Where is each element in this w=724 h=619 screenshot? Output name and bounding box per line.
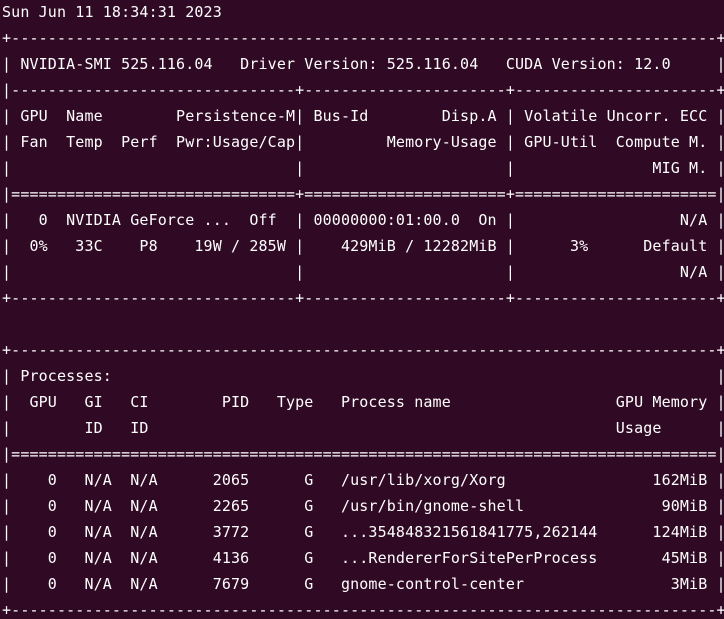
terminal-line-top-border: +---------------------------------------… xyxy=(2,29,724,47)
terminal-line-processes-title: | Processes: | xyxy=(2,367,724,385)
terminal-output: Sun Jun 11 18:34:31 2023 +--------------… xyxy=(0,0,724,619)
terminal-line-gpu-bottom-border: +-------------------------------+-------… xyxy=(2,289,724,307)
terminal-line-gpu-row-1: | 0 NVIDIA GeForce ... Off | 00000000:01… xyxy=(2,211,724,229)
terminal-line-gpu-header-3: | | | MIG M. | xyxy=(2,159,724,177)
terminal-line-gpu-row-3: | | | N/A | xyxy=(2,263,724,281)
terminal-line-gpu-header-1: | GPU Name Persistence-M| Bus-Id Disp.A … xyxy=(2,107,724,125)
terminal-line-processes-header-1: | GPU GI CI PID Type Process name GPU Me… xyxy=(2,393,724,411)
process-row: | 0 N/A N/A 3772 G ...354848321561841775… xyxy=(2,523,724,541)
terminal-line-gpu-double-separator: |===============================+=======… xyxy=(2,185,724,203)
terminal-line-processes-double-separator: |=======================================… xyxy=(2,445,724,463)
terminal-line-version-info: | NVIDIA-SMI 525.116.04 Driver Version: … xyxy=(2,55,724,73)
process-row: | 0 N/A N/A 2065 G /usr/lib/xorg/Xorg 16… xyxy=(2,471,724,489)
process-row: | 0 N/A N/A 2265 G /usr/bin/gnome-shell … xyxy=(2,497,724,515)
process-row: | 0 N/A N/A 4136 G ...RendererForSitePer… xyxy=(2,549,724,567)
terminal-line-timestamp: Sun Jun 11 18:34:31 2023 xyxy=(2,3,222,21)
terminal-line-processes-bottom-border: +---------------------------------------… xyxy=(2,601,724,619)
terminal-line-header-separator: |-------------------------------+-------… xyxy=(2,81,724,99)
terminal-line-processes-header-2: | ID ID Usage | xyxy=(2,419,724,437)
terminal-line-processes-top-border: +---------------------------------------… xyxy=(2,341,724,359)
process-row: | 0 N/A N/A 7679 G gnome-control-center … xyxy=(2,575,724,593)
terminal-line-gpu-row-2: | 0% 33C P8 19W / 285W | 429MiB / 12282M… xyxy=(2,237,724,255)
terminal-line-gpu-header-2: | Fan Temp Perf Pwr:Usage/Cap| Memory-Us… xyxy=(2,133,724,151)
